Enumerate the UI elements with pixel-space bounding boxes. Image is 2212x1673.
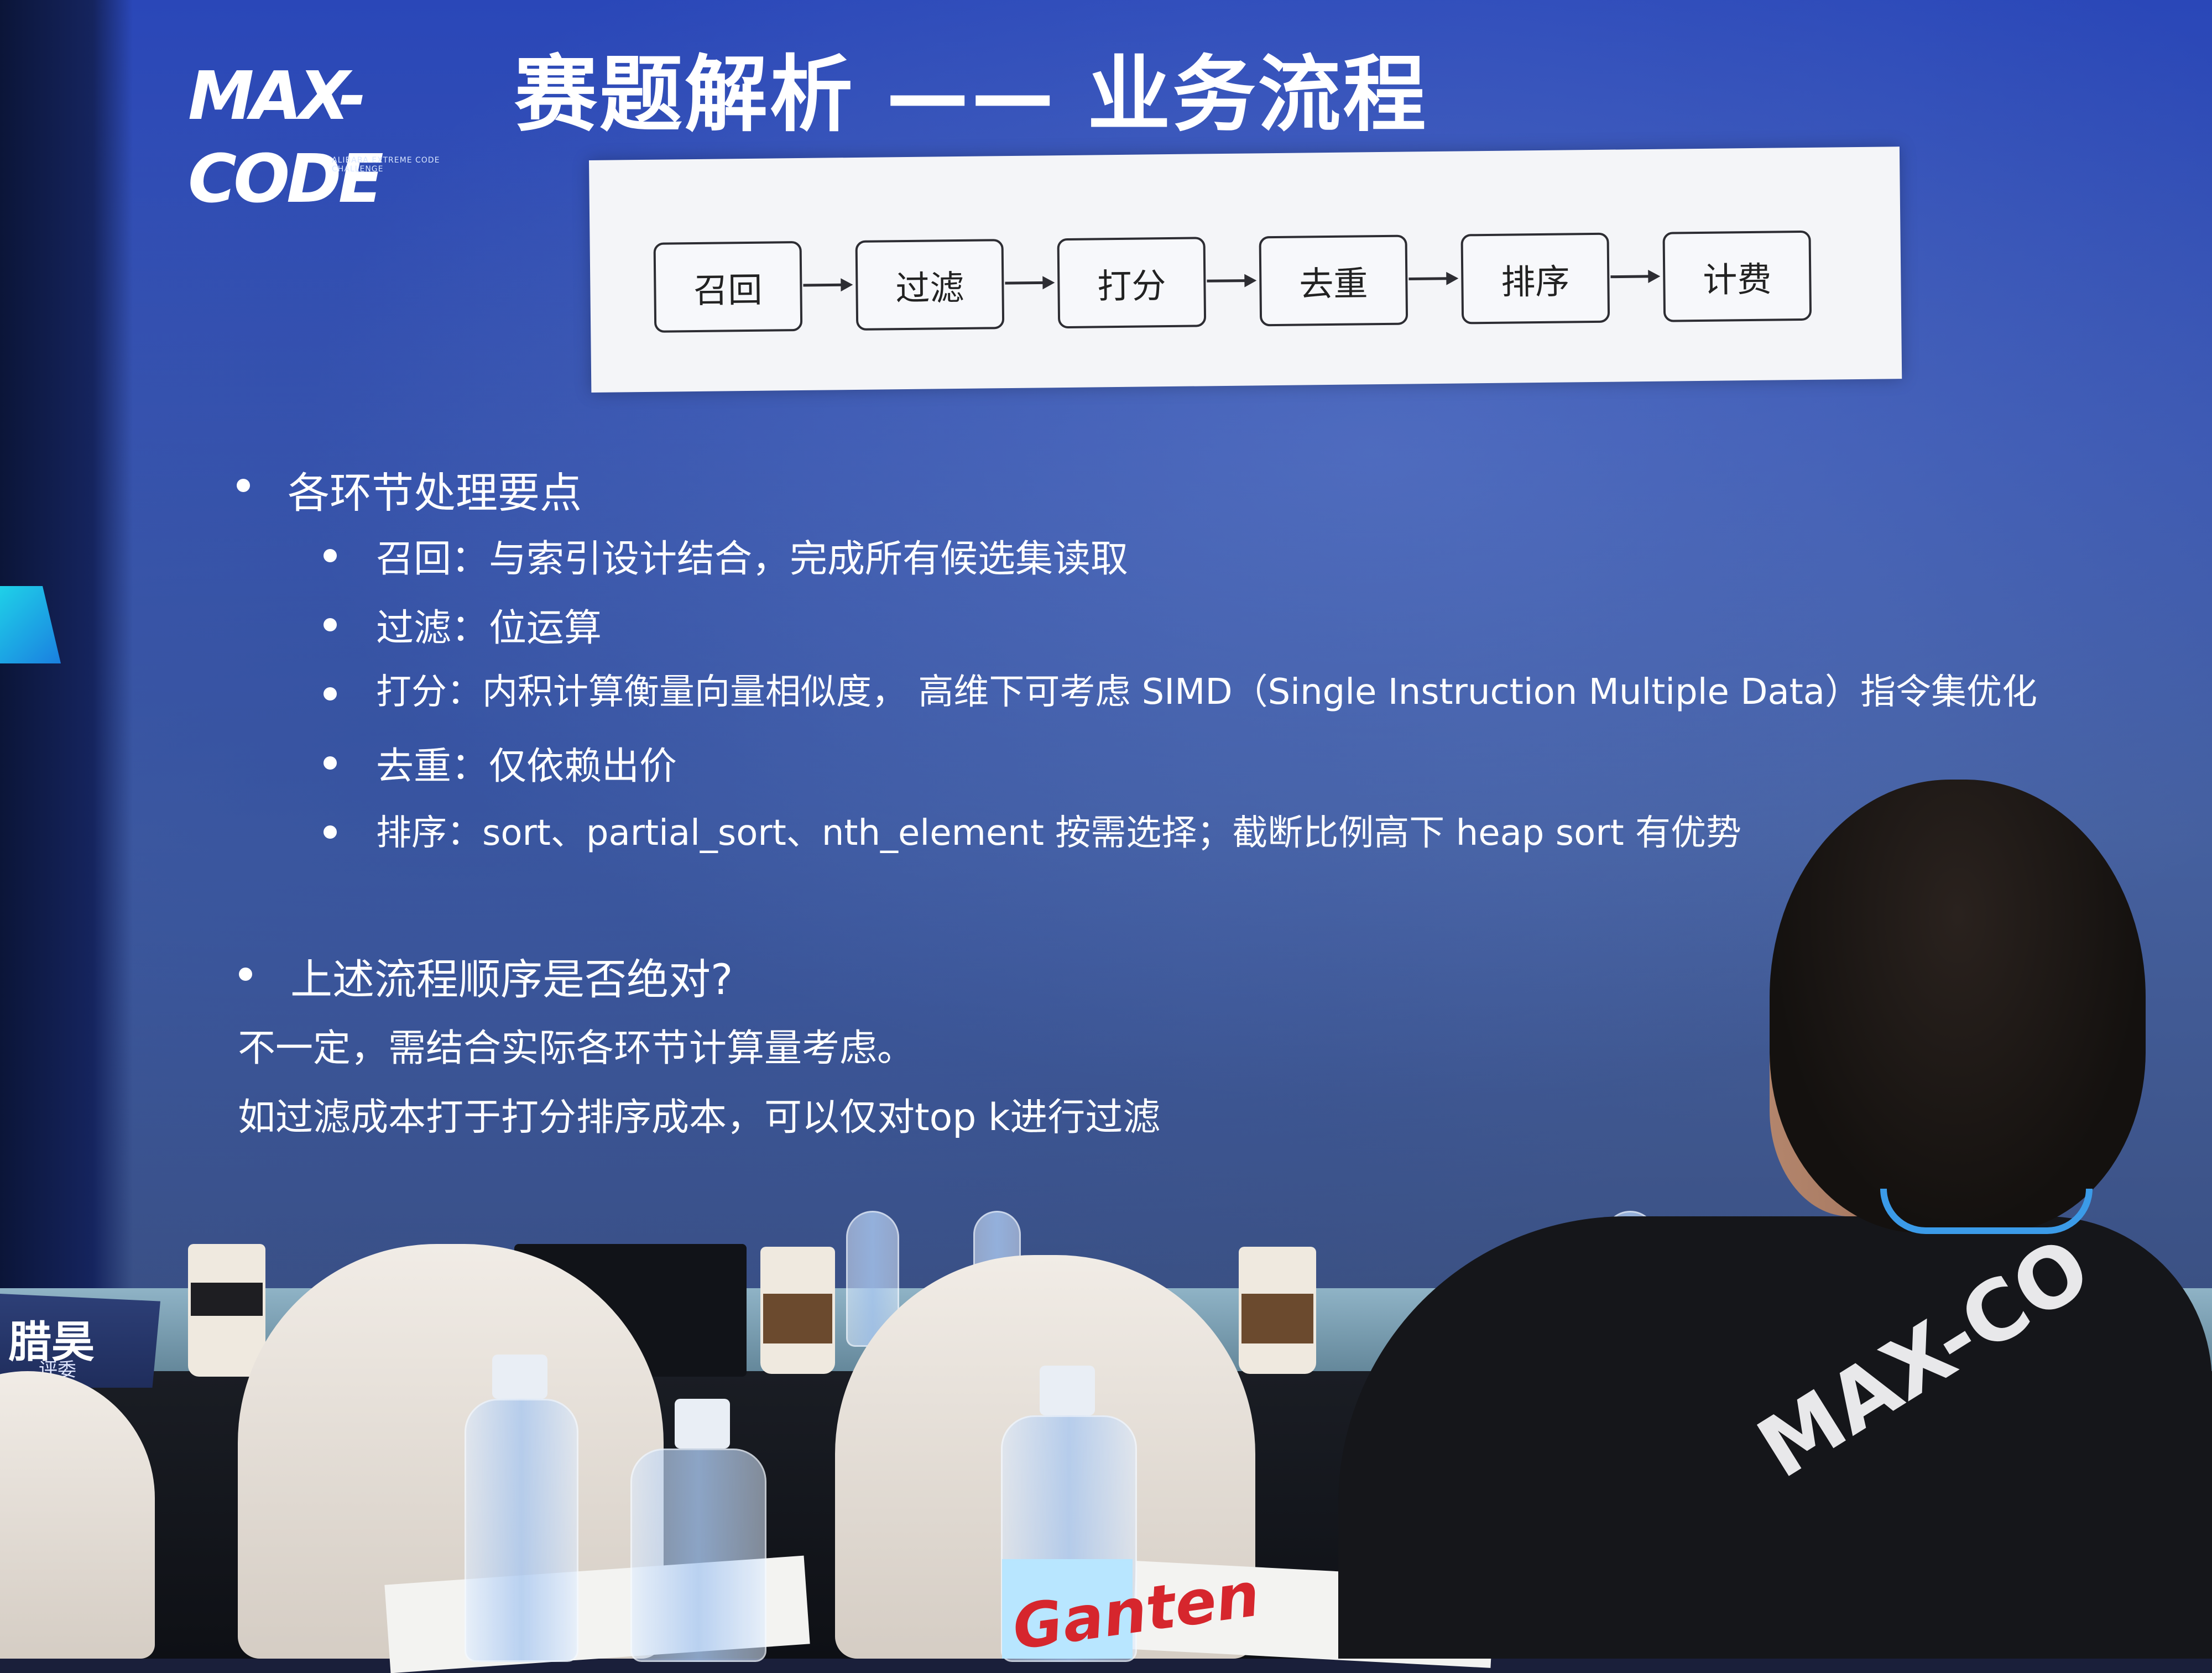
arrow-right-icon <box>1610 269 1661 283</box>
logo-subtitle: ALIBABA EXTREME CODE CHALLENGE <box>332 156 440 174</box>
cup-sleeve <box>1241 1294 1313 1343</box>
bottle-cap <box>492 1355 547 1399</box>
cup-sleeve <box>763 1294 832 1343</box>
cup-lid-band <box>191 1283 263 1316</box>
bullet-dot <box>237 479 250 492</box>
flow-step-billing: 计费 <box>1662 230 1812 322</box>
answer-line-1: 不一定，需结合实际各环节计算量考虑。 <box>238 1027 915 1070</box>
bullet-dot <box>324 825 337 839</box>
answer-line-2: 如过滤成本打于打分排序成本，可以仅对top k进行过滤 <box>238 1096 1161 1139</box>
arrow-right-icon <box>803 278 853 292</box>
flow-step-dedupe: 去重 <box>1259 234 1408 327</box>
water-bottle <box>465 1399 578 1662</box>
point-dedupe: 去重：仅依赖出价 <box>376 745 677 788</box>
bottle-cap <box>675 1399 730 1449</box>
slide-title: 赛题解析 —— 业务流程 <box>514 47 1428 143</box>
max-code-logo: MAX-CODE ALIBABA EXTREME CODE CHALLENGE <box>188 55 476 218</box>
section1-heading: 各环节处理要点 <box>288 468 582 517</box>
bullet-dot <box>239 968 252 981</box>
logo-text: MAX-CODE <box>188 58 384 218</box>
arrow-right-icon <box>1408 271 1459 285</box>
flow-step-recall: 召回 <box>653 241 803 333</box>
person-head <box>1770 780 2146 1233</box>
bullet-dot <box>324 687 337 700</box>
arrow-right-icon <box>1207 274 1257 287</box>
flow-diagram: 召回 过滤 打分 去重 排序 计费 <box>589 147 1902 393</box>
bullet-dot <box>324 618 337 631</box>
arrow-right-icon <box>1005 276 1055 290</box>
bullet-dot <box>324 549 337 562</box>
point-score: 打分：内积计算衡量向量相似度， 高维下可考虑 SIMD（Single Instr… <box>376 672 2038 713</box>
flow-step-score: 打分 <box>1057 237 1207 329</box>
flow-step-sort: 排序 <box>1460 232 1610 325</box>
flow-step-filter: 过滤 <box>855 239 1005 331</box>
point-filter: 过滤：位运算 <box>376 607 602 650</box>
bullet-dot <box>324 756 337 770</box>
bottle-cap <box>1040 1366 1095 1415</box>
point-sort: 排序：sort、partial_sort、nth_element 按需选择；截断… <box>376 813 1742 854</box>
point-recall: 召回：与索引设计结合，完成所有候选集读取 <box>376 537 1129 581</box>
water-bottle <box>630 1449 766 1662</box>
section2-heading: 上述流程顺序是否绝对? <box>290 955 733 1004</box>
